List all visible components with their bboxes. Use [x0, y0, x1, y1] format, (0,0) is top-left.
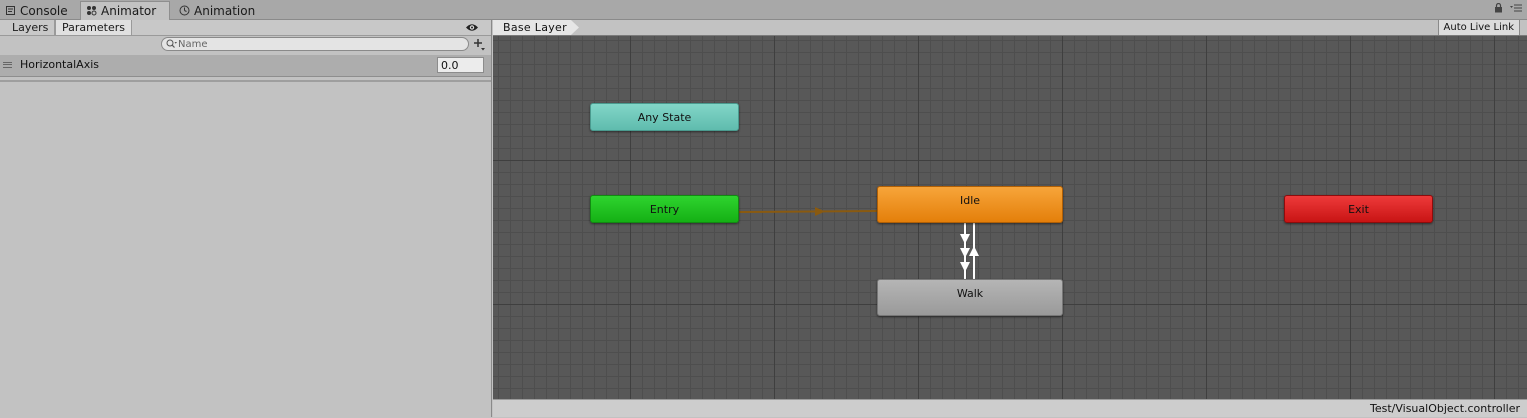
tab-console[interactable]: Console: [0, 2, 78, 20]
state-idle[interactable]: Idle: [877, 186, 1063, 223]
parameter-row[interactable]: HorizontalAxis: [0, 55, 491, 77]
window-tab-bar: Console Animator Animation: [0, 0, 1527, 20]
tab-console-label: Console: [20, 4, 68, 18]
asset-path: Test/VisualObject.controller: [1369, 402, 1520, 415]
breadcrumb[interactable]: Base Layer: [493, 20, 579, 35]
console-icon: [5, 5, 16, 16]
state-any-state[interactable]: Any State: [590, 103, 739, 131]
plus-icon[interactable]: [472, 37, 486, 51]
clock-icon: [179, 5, 190, 16]
window-controls: [1490, 2, 1522, 17]
auto-live-link-button[interactable]: Auto Live Link: [1437, 20, 1520, 35]
tab-layers[interactable]: Layers: [6, 20, 56, 35]
graph-toolbar: Base Layer Auto Live Link: [493, 20, 1527, 36]
transition-entry-to-idle[interactable]: [738, 207, 878, 216]
status-bar: Test/VisualObject.controller: [493, 399, 1527, 417]
state-exit[interactable]: Exit: [1284, 195, 1433, 223]
divider: [0, 80, 491, 82]
search-input[interactable]: [178, 38, 458, 50]
search-field[interactable]: [161, 37, 469, 51]
drag-handle-icon[interactable]: [3, 62, 12, 68]
state-walk[interactable]: Walk: [877, 279, 1063, 316]
panel-tabs: Layers Parameters: [0, 20, 491, 36]
search-icon: [166, 39, 177, 53]
parameter-name[interactable]: HorizontalAxis: [20, 55, 99, 75]
tab-animation[interactable]: Animation: [174, 2, 262, 20]
state-entry[interactable]: Entry: [590, 195, 739, 223]
menu-icon[interactable]: [1510, 3, 1522, 16]
state-machine-graph[interactable]: Any State Entry Idle Walk Exit: [493, 36, 1527, 399]
tab-animation-label: Animation: [194, 4, 256, 18]
animator-icon: [86, 5, 97, 16]
eye-icon[interactable]: [465, 21, 479, 34]
tab-animator-label: Animator: [101, 4, 157, 18]
search-row: [0, 36, 491, 54]
transition-idle-to-walk[interactable]: [960, 223, 970, 279]
tab-animator[interactable]: Animator: [80, 1, 170, 20]
tab-parameters[interactable]: Parameters: [55, 20, 132, 35]
lock-icon[interactable]: [1494, 2, 1503, 16]
transition-walk-to-idle[interactable]: [969, 223, 979, 279]
parameter-value-field[interactable]: [437, 57, 484, 73]
parameters-panel: Layers Parameters HorizontalAxis: [0, 20, 492, 417]
